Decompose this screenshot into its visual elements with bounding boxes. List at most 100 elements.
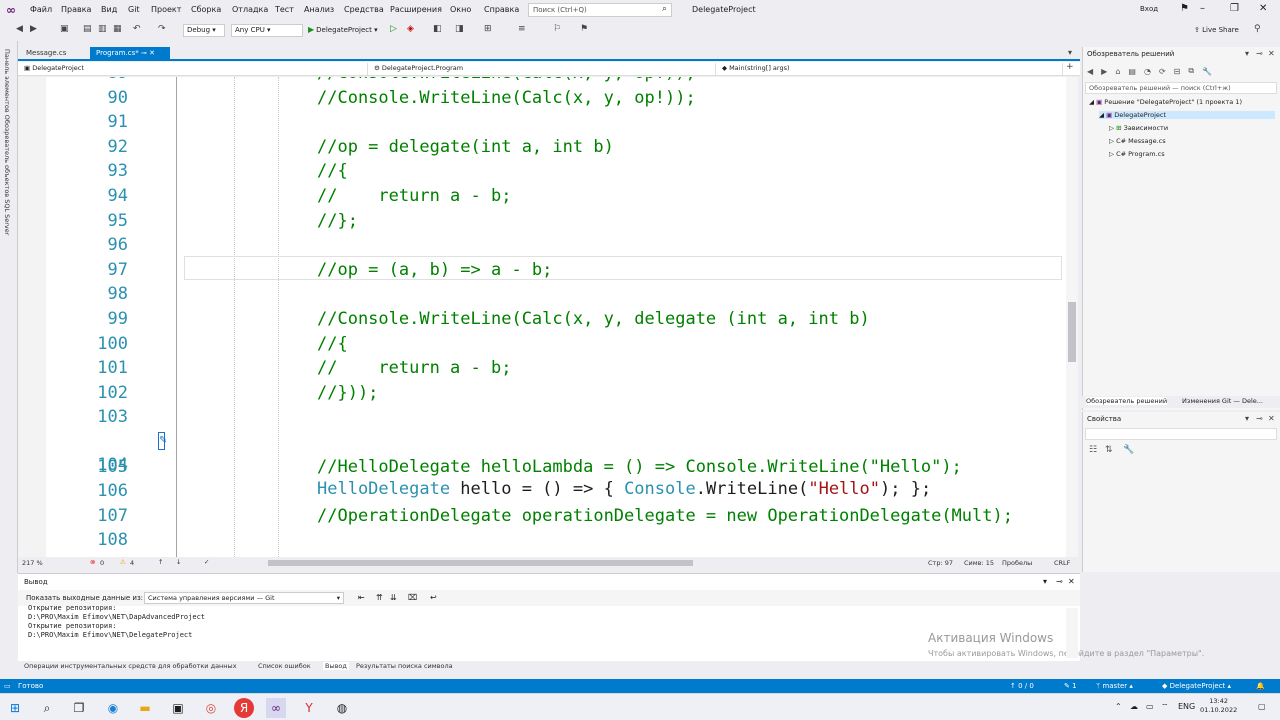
- menu-tools[interactable]: Средства: [344, 5, 384, 14]
- code-editor[interactable]: 89//Console.WriteLine(Calc(x, y, op!));9…: [18, 77, 1066, 557]
- alphabetical-icon[interactable]: ⇅: [1105, 445, 1113, 455]
- warning-count[interactable]: 4: [130, 559, 134, 567]
- code-cleanup-icon[interactable]: ✓: [204, 558, 209, 566]
- tray-battery-icon[interactable]: ▭: [1146, 702, 1154, 711]
- toolbar-tool-2-icon[interactable]: ◨: [455, 24, 464, 34]
- pin-icon[interactable]: ⊸: [141, 49, 147, 57]
- code-line-101[interactable]: 101 // return a - b;: [18, 356, 1066, 381]
- solution-tree-item[interactable]: ▷ C# Program.cs: [1109, 150, 1275, 158]
- cursor-column[interactable]: Симв: 15: [964, 559, 994, 567]
- visual-studio-taskbar-icon[interactable]: ∞: [266, 698, 286, 718]
- notification-center-icon[interactable]: ▢: [1258, 702, 1266, 711]
- line-endings[interactable]: CRLF: [1054, 559, 1070, 567]
- live-share-button[interactable]: ⇪ Live Share: [1194, 26, 1239, 34]
- search-icon[interactable]: ⌕: [37, 698, 57, 718]
- menu-debug[interactable]: Отладка: [232, 5, 268, 14]
- configuration-select[interactable]: Debug ▾: [183, 24, 225, 37]
- notifications-icon[interactable]: 🔔: [1256, 682, 1265, 690]
- tab-find-symbol-results[interactable]: Результаты поиска символа: [356, 662, 453, 670]
- next-message-icon[interactable]: ⇊: [390, 593, 397, 602]
- maximize-button[interactable]: ❐: [1230, 3, 1239, 14]
- panel-pin-icon[interactable]: ⊸: [1056, 577, 1063, 586]
- git-changes-count[interactable]: ↑ 0 / 0: [1010, 682, 1034, 690]
- property-pages-icon[interactable]: 🔧: [1123, 445, 1134, 455]
- tab-solution-explorer[interactable]: Обозреватель решений: [1086, 397, 1168, 405]
- comment-icon[interactable]: ≡: [518, 24, 526, 34]
- toolbar-tool-1-icon[interactable]: ◧: [433, 24, 442, 34]
- panel-menu-icon[interactable]: ▾: [1043, 577, 1047, 586]
- prev-message-icon[interactable]: ⇈: [376, 593, 383, 602]
- undo-icon[interactable]: ↶: [133, 24, 141, 34]
- home-icon[interactable]: ⌂: [1115, 67, 1120, 76]
- next-issue-icon[interactable]: ↓: [176, 558, 181, 566]
- windows-start-icon[interactable]: ⊞: [5, 698, 25, 718]
- back-icon[interactable]: ◀: [16, 24, 23, 34]
- solution-search-input[interactable]: Обозреватель решений — поиск (Ctrl+ж): [1085, 82, 1277, 94]
- global-search-input[interactable]: Поиск (Ctrl+Q) ⌕: [528, 3, 672, 17]
- tab-message-cs[interactable]: Message.cs: [20, 47, 72, 60]
- split-icon[interactable]: +: [1066, 62, 1074, 72]
- code-line-92[interactable]: 92 //op = delegate(int a, int b): [18, 135, 1066, 160]
- code-line-93[interactable]: 93 //{: [18, 159, 1066, 184]
- code-line-108[interactable]: 108: [18, 528, 1066, 553]
- git-repository[interactable]: ◆ DelegateProject ▴: [1162, 682, 1231, 690]
- code-line-107[interactable]: 107 //OperationDelegate operationDelegate…: [18, 504, 1066, 529]
- code-line-94[interactable]: 94 // return a - b;: [18, 184, 1066, 209]
- tab-output[interactable]: Вывод: [323, 662, 349, 670]
- panel-close-icon[interactable]: ✕: [1268, 49, 1275, 58]
- menu-git[interactable]: Git: [128, 5, 140, 14]
- tab-data-tools[interactable]: Операции инструментальных средств для об…: [24, 662, 237, 670]
- code-line-89[interactable]: 89 //Console.WriteLine(Calc(x, y, op!));: [18, 77, 1066, 86]
- properties-object-select[interactable]: [1085, 428, 1277, 440]
- bookmark-icon[interactable]: ⚐: [553, 24, 561, 34]
- edge-icon[interactable]: ◉: [103, 698, 123, 718]
- code-line-97[interactable]: 97 //op = (a, b) => a - b;: [18, 258, 1066, 283]
- panel-menu-icon[interactable]: ▾: [1245, 49, 1249, 58]
- panel-pin-icon[interactable]: ⊸: [1256, 414, 1263, 423]
- panel-close-icon[interactable]: ✕: [1268, 414, 1275, 423]
- panel-close-icon[interactable]: ✕: [1068, 577, 1075, 586]
- editor-horizontal-scrollbar[interactable]: [248, 560, 928, 567]
- left-strip-label[interactable]: Панель элементов Обозреватель объектов S…: [3, 49, 11, 235]
- tab-close-icon[interactable]: ✕: [149, 49, 155, 57]
- feedback-icon[interactable]: ⚑: [1180, 3, 1189, 14]
- code-line-103[interactable]: 103: [18, 405, 1066, 430]
- panel-menu-icon[interactable]: ▾: [1245, 414, 1249, 423]
- menu-test[interactable]: Тест: [275, 5, 294, 14]
- output-source-select[interactable]: Система управления версиями — Git ▾: [144, 592, 344, 604]
- forward-icon[interactable]: ▶: [1101, 67, 1107, 76]
- zoom-level[interactable]: 217 %: [22, 559, 43, 567]
- tab-git-changes[interactable]: Изменения Git — Dele...: [1182, 397, 1263, 405]
- menu-project[interactable]: Проект: [151, 5, 181, 14]
- menu-build[interactable]: Сборка: [191, 5, 221, 14]
- code-line-99[interactable]: 99 //Console.WriteLine(Calc(x, y, delegat…: [18, 307, 1066, 332]
- yandex-browser-icon[interactable]: Я: [234, 698, 254, 718]
- panel-pin-icon[interactable]: ⊸: [1256, 49, 1263, 58]
- chrome-icon[interactable]: ◎: [201, 698, 221, 718]
- tab-error-list[interactable]: Список ошибок: [258, 662, 311, 670]
- collapse-all-icon[interactable]: ⊟: [1174, 67, 1181, 76]
- task-view-icon[interactable]: ❐: [69, 698, 89, 718]
- code-line-96[interactable]: 96: [18, 233, 1066, 258]
- menu-window[interactable]: Окно: [450, 5, 471, 14]
- menu-analyze[interactable]: Анализ: [304, 5, 334, 14]
- project-dropdown[interactable]: ▣ DelegateProject: [20, 63, 368, 75]
- code-line-91[interactable]: 91: [18, 110, 1066, 135]
- code-line-95[interactable]: 95 //};: [18, 209, 1066, 234]
- find-message-icon[interactable]: ⇤: [358, 593, 365, 602]
- platform-select[interactable]: Any CPU ▾: [231, 24, 303, 37]
- code-line-100[interactable]: 100 //{: [18, 332, 1066, 357]
- pending-edits[interactable]: ✎ 1: [1064, 682, 1077, 690]
- open-icon[interactable]: ▤: [83, 24, 92, 34]
- menu-edit[interactable]: Правка: [61, 5, 91, 14]
- save-all-icon[interactable]: ▦: [113, 24, 122, 34]
- back-icon[interactable]: ◀: [1087, 67, 1093, 76]
- error-count[interactable]: 0: [100, 559, 104, 567]
- code-line-90[interactable]: 90 //Console.WriteLine(Calc(x, y, op!));: [18, 86, 1066, 111]
- output-vertical-scrollbar[interactable]: [1066, 608, 1078, 658]
- tray-network-icon[interactable]: ⌔: [1161, 702, 1169, 712]
- close-button[interactable]: ✕: [1259, 3, 1267, 14]
- toolbar-tool-3-icon[interactable]: ⊞: [484, 24, 492, 34]
- solution-tree-item[interactable]: ▷ ⊞ Зависимости: [1109, 124, 1275, 132]
- tab-program-cs[interactable]: Program.cs* ⊸ ✕: [90, 47, 170, 60]
